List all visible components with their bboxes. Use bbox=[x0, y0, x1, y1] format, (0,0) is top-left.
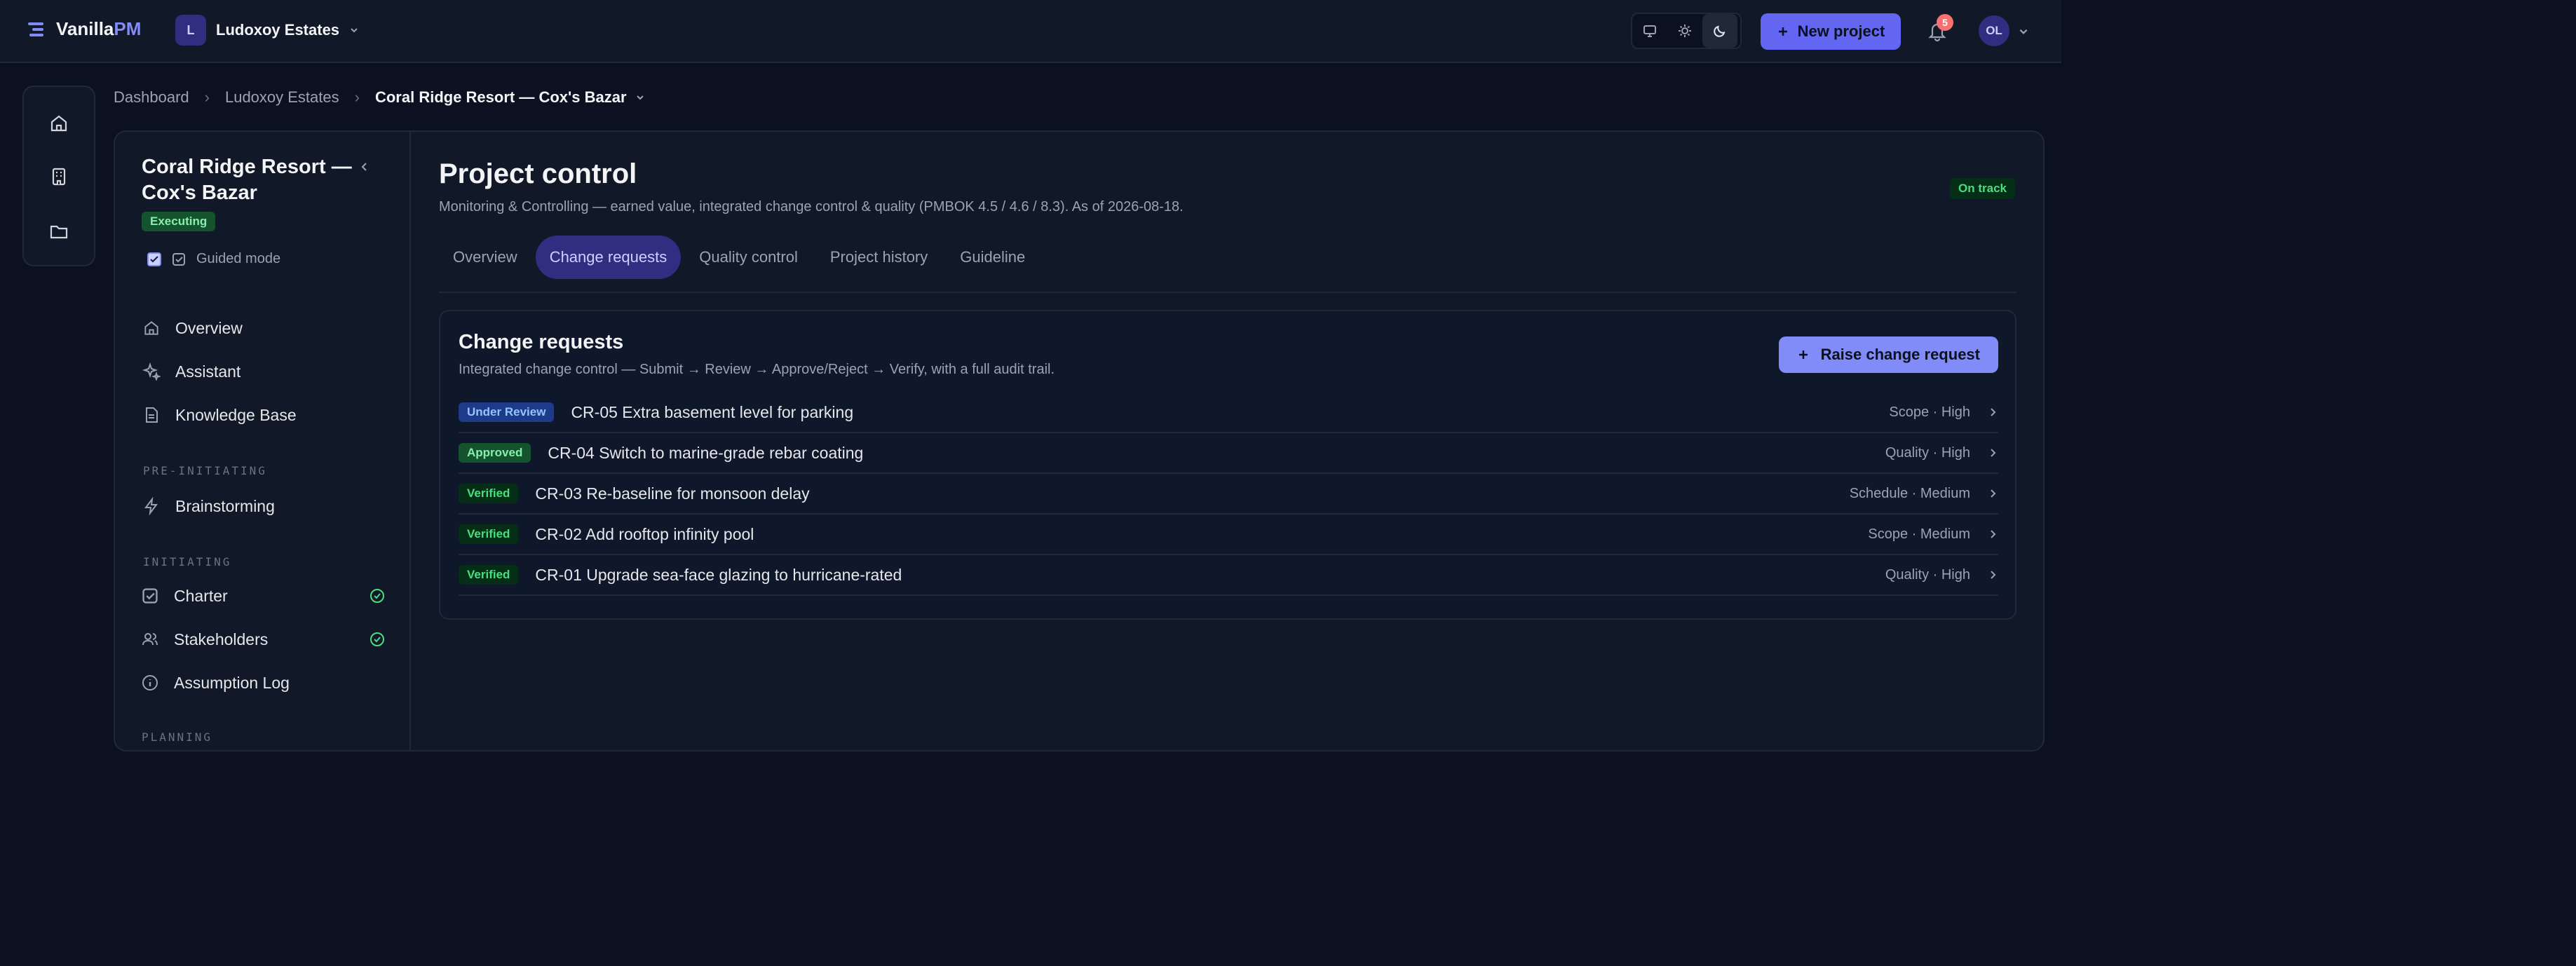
tab-guideline[interactable]: Guideline bbox=[946, 236, 1039, 279]
org-switcher[interactable]: L Ludoxoy Estates bbox=[175, 15, 359, 46]
breadcrumb: Dashboard › Ludoxoy Estates › Coral Ridg… bbox=[114, 88, 645, 107]
plus-icon bbox=[1798, 351, 1808, 359]
change-request-title: CR-02 Add rooftop infinity pool bbox=[535, 524, 754, 543]
brand-name-main: Vanilla bbox=[56, 18, 114, 39]
page-title: Project control bbox=[439, 158, 637, 189]
vanillapm-logo-icon bbox=[28, 20, 46, 39]
folder-icon[interactable] bbox=[43, 216, 74, 247]
home-icon[interactable] bbox=[43, 108, 74, 139]
chevron-right-icon bbox=[1991, 449, 1996, 457]
chevron-right-icon bbox=[1991, 571, 1996, 579]
change-request-meta: Scope · High bbox=[1889, 404, 1970, 420]
brand-logo-link[interactable]: VanillaPM bbox=[28, 18, 141, 40]
chevron-down-icon bbox=[351, 28, 358, 33]
chevron-right-icon bbox=[1991, 408, 1996, 416]
chevron-right-icon: › bbox=[204, 88, 210, 106]
left-rail bbox=[22, 86, 95, 266]
change-request-row[interactable]: Verified CR-02 Add rooftop infinity pool… bbox=[459, 515, 1998, 555]
change-request-row[interactable]: Verified CR-01 Upgrade sea-face glazing … bbox=[459, 555, 1998, 596]
monitor-icon[interactable] bbox=[1632, 14, 1667, 48]
change-request-row[interactable]: Approved CR-04 Switch to marine-grade re… bbox=[459, 433, 1998, 474]
sun-icon[interactable] bbox=[1667, 14, 1702, 48]
status-badge: Verified bbox=[459, 524, 519, 544]
health-status-badge: On track bbox=[1950, 178, 2015, 199]
chevron-down-icon[interactable] bbox=[2018, 26, 2029, 37]
tab-change-requests[interactable]: Change requests bbox=[535, 236, 682, 279]
change-request-title: CR-04 Switch to marine-grade rebar coati… bbox=[548, 443, 864, 462]
building-icon[interactable] bbox=[43, 161, 74, 192]
user-avatar[interactable]: OL bbox=[1979, 15, 2009, 46]
chevron-right-icon: › bbox=[354, 88, 360, 106]
change-request-meta: Quality · High bbox=[1885, 444, 1970, 461]
chevron-down-icon bbox=[636, 95, 644, 100]
change-request-row[interactable]: Under Review CR-05 Extra basement level … bbox=[459, 393, 1998, 433]
sidebar-more-items bbox=[114, 130, 409, 751]
tab-quality-control[interactable]: Quality control bbox=[685, 236, 812, 279]
status-badge: Verified bbox=[459, 484, 519, 503]
card-title: Change requests bbox=[459, 331, 624, 353]
change-request-title: CR-03 Re-baseline for monsoon delay bbox=[535, 484, 810, 503]
breadcrumb-dashboard[interactable]: Dashboard bbox=[114, 88, 189, 107]
moon-icon[interactable] bbox=[1702, 14, 1737, 48]
org-avatar: L bbox=[175, 15, 206, 46]
new-project-label: New project bbox=[1797, 22, 1885, 40]
main-content: Project control Monitoring & Controlling… bbox=[411, 132, 2043, 750]
plus-icon bbox=[1778, 27, 1787, 36]
status-badge: Approved bbox=[459, 443, 531, 463]
top-bar: VanillaPM L Ludoxoy Estates New project … bbox=[0, 0, 2061, 63]
tab-project-history[interactable]: Project history bbox=[816, 236, 942, 279]
brand-name: VanillaPM bbox=[56, 18, 141, 40]
change-request-meta: Scope · Medium bbox=[1868, 526, 1970, 542]
chevron-right-icon bbox=[1991, 530, 1996, 538]
raise-change-request-button[interactable]: Raise change request bbox=[1778, 336, 1998, 373]
breadcrumb-current-project[interactable]: Coral Ridge Resort — Cox's Bazar bbox=[375, 88, 645, 107]
change-request-meta: Quality · High bbox=[1885, 566, 1970, 583]
raise-change-request-label: Raise change request bbox=[1820, 346, 1980, 363]
status-badge: Under Review bbox=[459, 402, 555, 422]
theme-toggle-group bbox=[1631, 13, 1742, 49]
change-request-title: CR-05 Extra basement level for parking bbox=[571, 402, 854, 421]
breadcrumb-current-label: Coral Ridge Resort — Cox's Bazar bbox=[374, 88, 627, 106]
card-subtitle: Integrated change control — Submit → Rev… bbox=[459, 362, 1055, 377]
new-project-button[interactable]: New project bbox=[1761, 13, 1901, 50]
brand-name-accent: PM bbox=[114, 18, 142, 39]
tabs-divider bbox=[439, 292, 2016, 293]
tab-overview[interactable]: Overview bbox=[439, 236, 531, 279]
org-name: Ludoxoy Estates bbox=[216, 21, 340, 39]
tab-bar: Overview Change requests Quality control… bbox=[439, 236, 1039, 279]
chevron-right-icon bbox=[1991, 489, 1996, 498]
page-subtitle: Monitoring & Controlling — earned value,… bbox=[439, 199, 1184, 215]
status-badge: Verified bbox=[459, 565, 519, 585]
change-requests-card: Change requests Integrated change contro… bbox=[439, 310, 2016, 620]
notification-count-badge: 5 bbox=[1937, 14, 1953, 31]
change-request-row[interactable]: Verified CR-03 Re-baseline for monsoon d… bbox=[459, 474, 1998, 515]
breadcrumb-org[interactable]: Ludoxoy Estates bbox=[225, 88, 339, 107]
change-request-title: CR-01 Upgrade sea-face glazing to hurric… bbox=[535, 565, 902, 584]
change-request-meta: Schedule · Medium bbox=[1849, 485, 1970, 501]
